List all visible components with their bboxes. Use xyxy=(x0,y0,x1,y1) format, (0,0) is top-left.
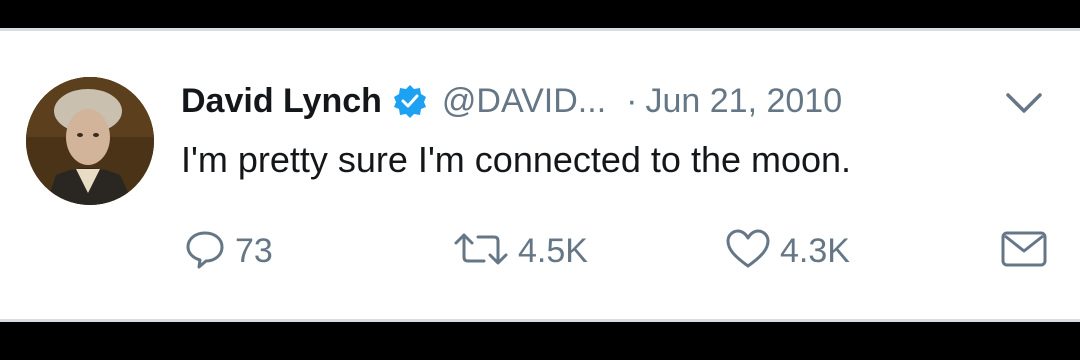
author-handle[interactable]: @DAVID... xyxy=(442,82,606,121)
bottom-letterbox-bar xyxy=(0,322,1080,360)
envelope-icon xyxy=(998,227,1050,276)
retweet-icon xyxy=(452,227,510,276)
author-name[interactable]: David Lynch xyxy=(181,82,382,121)
chevron-down-icon[interactable] xyxy=(1000,83,1048,123)
avatar-image xyxy=(26,77,154,205)
reply-button[interactable]: 73 xyxy=(183,221,273,281)
tweet-card[interactable]: David Lynch @DAVID... · Jun 21, 2010 I'm… xyxy=(0,28,1080,322)
top-letterbox-bar xyxy=(0,0,1080,28)
tweet-actions: 73 4.5K 4.3K xyxy=(0,221,1080,281)
heart-icon xyxy=(724,227,772,276)
tweet-date[interactable]: Jun 21, 2010 xyxy=(645,82,842,121)
like-count: 4.3K xyxy=(780,231,850,270)
direct-message-button[interactable] xyxy=(998,221,1050,281)
reply-count: 73 xyxy=(235,231,273,270)
tweet-header: David Lynch @DAVID... · Jun 21, 2010 xyxy=(181,79,842,123)
like-button[interactable]: 4.3K xyxy=(724,221,850,281)
header-separator: · xyxy=(626,81,638,120)
retweet-button[interactable]: 4.5K xyxy=(452,221,588,281)
verified-badge-icon xyxy=(392,83,428,119)
retweet-count: 4.5K xyxy=(518,231,588,270)
speech-bubble-icon xyxy=(183,227,227,276)
avatar[interactable] xyxy=(26,77,154,205)
tweet-text: I'm pretty sure I'm connected to the moo… xyxy=(181,139,852,180)
